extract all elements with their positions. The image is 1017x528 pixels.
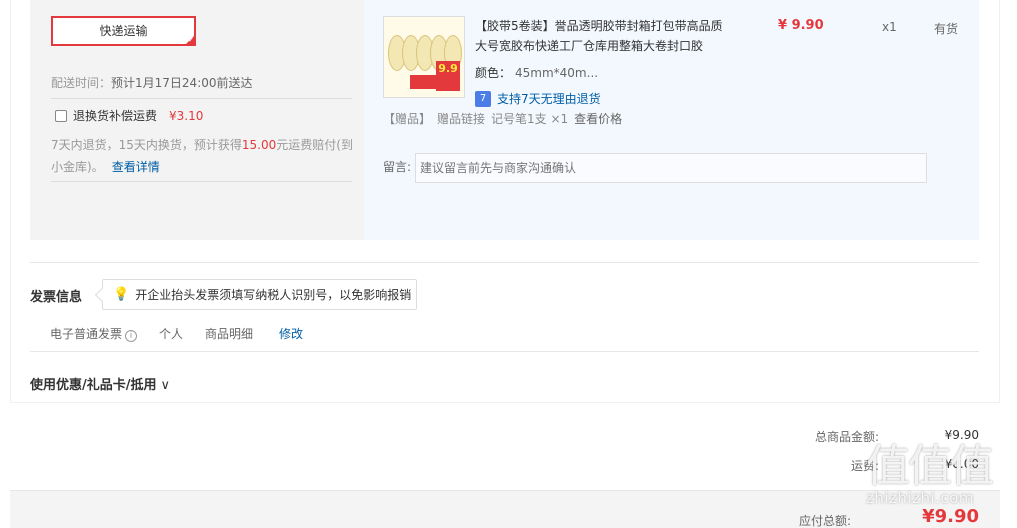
attribute-key: 颜色： bbox=[475, 66, 512, 80]
shipping-method-option[interactable]: 快递运输 ✓ bbox=[51, 16, 196, 46]
divider bbox=[30, 351, 979, 352]
invoice-tip: 💡 开企业抬头发票须填写纳税人识别号，以免影响报销 bbox=[94, 279, 417, 310]
invoice-content: 商品明细 bbox=[205, 327, 254, 341]
coupon-label: 使用优惠/礼品卡/抵用 bbox=[30, 378, 157, 393]
invoice-holder: 个人 bbox=[159, 327, 184, 341]
return-policy-text: 7天内退货，15天内换货，预计获得15.00元运费赔付(到小金库)。 查看详情 bbox=[51, 134, 356, 178]
check-icon: ✓ bbox=[188, 36, 194, 44]
divider bbox=[30, 262, 979, 263]
invoice-type-label: 电子普通发票 bbox=[50, 327, 123, 341]
product-title[interactable]: 【胶带5卷装】誉品透明胶带封箱打包带高品质大号宽胶布快递工厂仓库用整箱大卷封口胶 bbox=[475, 16, 725, 56]
return-policy-label[interactable]: 支持7天无理由退货 bbox=[497, 90, 601, 107]
policy-amount: 15.00 bbox=[241, 138, 277, 152]
invoice-edit-link[interactable]: 修改 bbox=[279, 325, 303, 342]
shipping-fee-label: 运费: bbox=[850, 459, 879, 473]
freight-insurance-row: 退换货补偿运费 ¥3.10 bbox=[55, 107, 203, 124]
gift-tag: 【赠品】 bbox=[383, 112, 432, 126]
seven-day-return-icon: 7 bbox=[475, 90, 491, 107]
gift-item: 记号笔1支 ×1 bbox=[491, 112, 569, 126]
delivery-time-value: 预计1月17日24:00前送达 bbox=[111, 76, 253, 90]
invoice-title: 发票信息 bbox=[30, 290, 83, 305]
chevron-down-icon: ∨ bbox=[160, 378, 171, 393]
coupon-toggle[interactable]: 使用优惠/礼品卡/抵用 ∨ bbox=[30, 374, 170, 393]
return-policy-badge: 7 支持7天无理由退货 bbox=[475, 90, 601, 107]
watermark-url: zhizhizhi.com bbox=[866, 489, 974, 507]
shipping-method-label: 快递运输 bbox=[99, 24, 148, 38]
watermark-logo: 值值值 zhizhizhi.com bbox=[866, 445, 1016, 528]
policy-text-pre: 7天内退货，15天内换货，预计获得 bbox=[51, 138, 242, 152]
promo-strip bbox=[410, 75, 438, 89]
product-quantity: x1 bbox=[882, 20, 897, 34]
invoice-type: 电子普通发票 i bbox=[50, 325, 138, 342]
stock-status: 有货 bbox=[934, 22, 959, 36]
gift-row: 【赠品】 赠品链接 记号笔1支 ×1 查看价格 bbox=[383, 110, 628, 127]
product-thumbnail[interactable]: 9.9 bbox=[383, 16, 465, 98]
product-price: ¥ 9.90 bbox=[778, 18, 824, 33]
invoice-details: 电子普通发票 i 个人 商品明细 修改 bbox=[50, 325, 303, 342]
product-attribute: 颜色： 45mm*40m... bbox=[475, 64, 598, 81]
memo-label: 留言: bbox=[383, 160, 412, 174]
payable-bar bbox=[10, 490, 1000, 528]
info-icon[interactable]: i bbox=[125, 330, 138, 342]
payable-label: 应付总额: bbox=[798, 514, 851, 528]
price-badge: 9.9 bbox=[436, 61, 460, 91]
watermark-glyphs: 值值值 bbox=[866, 441, 994, 492]
divider bbox=[51, 181, 352, 182]
goods-total-label: 总商品金额: bbox=[814, 430, 879, 444]
freight-insurance-checkbox[interactable] bbox=[55, 109, 67, 122]
attribute-value: 45mm*40m... bbox=[515, 66, 599, 80]
lightbulb-icon: 💡 bbox=[113, 287, 130, 302]
memo-input[interactable] bbox=[415, 153, 927, 183]
freight-insurance-label[interactable]: 退换货补偿运费 bbox=[73, 107, 157, 124]
delivery-time: 配送时间：预计1月17日24:00前送达 bbox=[51, 74, 253, 91]
divider bbox=[51, 98, 352, 99]
invoice-tip-text: 开企业抬头发票须填写纳税人识别号，以免影响报销 bbox=[135, 288, 412, 302]
gift-price-link[interactable]: 查看价格 bbox=[574, 112, 622, 126]
gift-link[interactable]: 赠品链接 bbox=[437, 112, 485, 126]
policy-details-link[interactable]: 查看详情 bbox=[112, 160, 160, 174]
freight-insurance-price: ¥3.10 bbox=[169, 108, 204, 123]
delivery-time-label: 配送时间： bbox=[51, 76, 112, 90]
